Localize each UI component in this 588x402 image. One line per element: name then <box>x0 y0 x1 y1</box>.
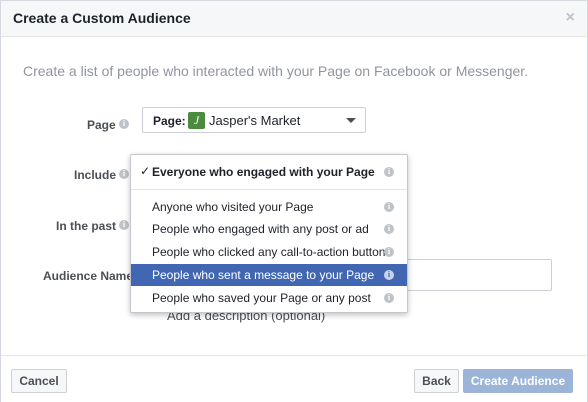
dialog-footer: Cancel Back Create Audience <box>1 355 587 402</box>
create-audience-button[interactable]: Create Audience <box>463 369 573 393</box>
intro-text: Create a list of people who interacted w… <box>23 63 529 79</box>
dialog-header: Create a Custom Audience × <box>1 1 587 37</box>
page-select-prefix: Page: <box>153 114 186 128</box>
include-option-clicked-cta[interactable]: People who clicked any call-to-action bu… <box>131 241 407 263</box>
include-label: Include <box>74 168 117 182</box>
include-option-everyone[interactable]: ✓ Everyone who engaged with your Page i <box>131 161 407 183</box>
include-info-icon[interactable]: i <box>119 169 129 179</box>
option-label: People who clicked any call-to-action bu… <box>152 245 386 259</box>
info-icon[interactable]: i <box>384 202 394 212</box>
check-icon: ✓ <box>140 164 151 178</box>
option-label: People who engaged with any post or ad <box>152 222 369 236</box>
in-the-past-label: In the past <box>56 219 117 233</box>
include-option-sent-message[interactable]: People who sent a message to your Page i <box>131 264 407 286</box>
include-option-visited[interactable]: Anyone who visited your Page i <box>131 196 407 218</box>
back-button[interactable]: Back <box>414 369 459 393</box>
dialog-title: Create a Custom Audience <box>13 10 191 26</box>
page-info-icon[interactable]: i <box>119 119 129 129</box>
include-dropdown-menu: ✓ Everyone who engaged with your Page i … <box>130 154 408 313</box>
option-label: People who sent a message to your Page <box>152 268 375 282</box>
close-icon[interactable]: × <box>566 9 575 27</box>
custom-audience-dialog: Create a Custom Audience × Create a list… <box>0 0 588 402</box>
info-icon[interactable]: i <box>384 247 394 257</box>
info-icon[interactable]: i <box>384 167 394 177</box>
info-icon[interactable]: i <box>384 270 394 280</box>
page-logo-icon: J <box>188 112 205 129</box>
page-select-value: Jasper's Market <box>209 113 301 128</box>
caret-down-icon <box>346 118 356 123</box>
cancel-button[interactable]: Cancel <box>11 369 67 393</box>
page-select[interactable]: Page: J Jasper's Market <box>142 107 366 133</box>
page-label: Page <box>87 118 116 132</box>
include-option-engaged-post[interactable]: People who engaged with any post or ad i <box>131 218 407 240</box>
dropdown-divider <box>131 189 407 190</box>
option-label: Everyone who engaged with your Page <box>152 165 375 179</box>
option-label: People who saved your Page or any post <box>152 291 371 305</box>
info-icon[interactable]: i <box>384 293 394 303</box>
in-the-past-info-icon[interactable]: i <box>119 220 129 230</box>
option-label: Anyone who visited your Page <box>152 200 314 214</box>
info-icon[interactable]: i <box>384 224 394 234</box>
include-option-saved-page[interactable]: People who saved your Page or any post i <box>131 287 407 309</box>
audience-name-label: Audience Name <box>43 269 134 283</box>
